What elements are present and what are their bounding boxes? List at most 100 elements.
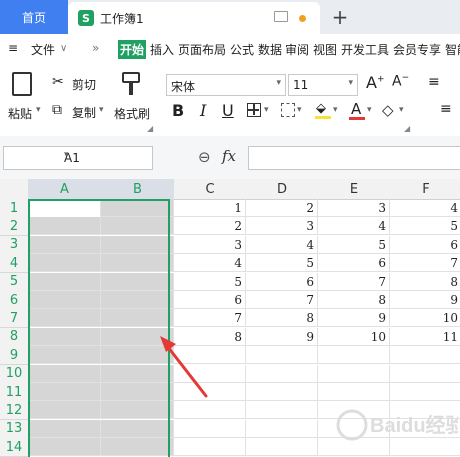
- cell-a13[interactable]: [28, 419, 101, 438]
- cell-c5[interactable]: 5: [174, 272, 246, 291]
- active-cell[interactable]: [30, 201, 100, 217]
- cell-f1[interactable]: 4: [390, 199, 460, 217]
- format-painter-button[interactable]: 格式刷: [114, 105, 150, 122]
- menu-start[interactable]: 开始: [118, 40, 147, 59]
- border-dropdown-icon[interactable]: ▾: [264, 105, 269, 115]
- tab-home[interactable]: 首页: [0, 0, 68, 34]
- copy-dropdown-icon[interactable]: ▾: [99, 105, 104, 115]
- cell-c14[interactable]: [174, 438, 246, 457]
- column-header-f[interactable]: F: [390, 179, 460, 200]
- cell-a5[interactable]: [28, 272, 101, 291]
- row-header[interactable]: 12: [0, 401, 29, 421]
- cell-a6[interactable]: [28, 291, 101, 309]
- cell-d5[interactable]: 6: [246, 272, 318, 291]
- cell-b14[interactable]: [101, 438, 174, 457]
- paste-icon[interactable]: [12, 72, 32, 96]
- row-header[interactable]: 4: [0, 254, 29, 274]
- cell-a9[interactable]: [28, 346, 101, 365]
- menu-view[interactable]: 视图: [313, 41, 337, 58]
- cell-d10[interactable]: [246, 364, 318, 383]
- column-header-b[interactable]: B: [101, 179, 175, 200]
- cell-e4[interactable]: 6: [318, 254, 390, 273]
- cell-a2[interactable]: [28, 217, 101, 236]
- cell-d6[interactable]: 7: [246, 291, 318, 309]
- cell-e3[interactable]: 5: [318, 235, 390, 254]
- cell-c2[interactable]: 2: [174, 217, 246, 236]
- font-color-icon[interactable]: A: [349, 100, 365, 120]
- formula-input[interactable]: [248, 146, 460, 170]
- column-header-e[interactable]: E: [318, 179, 391, 200]
- fill-color-icon[interactable]: ⬙: [315, 101, 331, 119]
- cell-e10[interactable]: [318, 364, 390, 383]
- underline-button[interactable]: U: [222, 101, 234, 120]
- cell-c6[interactable]: 6: [174, 291, 246, 309]
- cell-f4[interactable]: 7: [390, 254, 460, 273]
- cell-c13[interactable]: [174, 419, 246, 438]
- cell-d9[interactable]: [246, 346, 318, 365]
- cell-d8[interactable]: 9: [246, 327, 318, 346]
- zoom-search-icon[interactable]: ⊖: [198, 148, 211, 166]
- row-header[interactable]: 2: [0, 217, 29, 237]
- cell-b2[interactable]: [101, 217, 174, 236]
- cell-d11[interactable]: [246, 383, 318, 401]
- column-header-d[interactable]: D: [246, 179, 319, 200]
- monitor-icon[interactable]: [274, 11, 288, 22]
- menu-page-layout[interactable]: 页面布局: [178, 41, 226, 58]
- cell-f5[interactable]: 8: [390, 273, 460, 291]
- italic-button[interactable]: I: [200, 101, 206, 120]
- row-header[interactable]: 11: [0, 383, 29, 402]
- name-box[interactable]: A1 ▾: [3, 146, 153, 170]
- cell-f6[interactable]: 9: [390, 291, 460, 309]
- cell-e6[interactable]: 8: [318, 291, 390, 309]
- menu-smart[interactable]: 智能: [445, 41, 460, 58]
- cell-c1[interactable]: 1: [174, 199, 246, 217]
- cell-a8[interactable]: [28, 327, 101, 346]
- row-header[interactable]: 8: [0, 327, 29, 347]
- cut-button[interactable]: 剪切: [72, 76, 96, 93]
- cell-d2[interactable]: 3: [246, 217, 318, 236]
- add-tab-button[interactable]: +: [330, 5, 350, 29]
- cell-e2[interactable]: 4: [318, 217, 390, 236]
- cell-e8[interactable]: 10: [318, 327, 390, 346]
- align-icon[interactable]: ≡: [428, 74, 440, 90]
- row-header[interactable]: 9: [0, 346, 29, 366]
- cell-e1[interactable]: 3: [318, 199, 390, 217]
- row-header[interactable]: 13: [0, 419, 29, 439]
- cell-d3[interactable]: 4: [246, 235, 318, 254]
- column-header-c[interactable]: C: [174, 179, 247, 200]
- cell-e11[interactable]: [318, 383, 390, 401]
- menu-data[interactable]: 数据: [258, 41, 282, 58]
- cell-a7[interactable]: [28, 309, 101, 328]
- cell-b3[interactable]: [101, 235, 174, 254]
- hamburger-menu-icon[interactable]: ≡: [8, 41, 18, 55]
- menu-review[interactable]: 审阅: [285, 41, 309, 58]
- bold-button[interactable]: B: [172, 101, 184, 120]
- row-header[interactable]: 7: [0, 309, 29, 329]
- menu-insert[interactable]: 插入: [150, 41, 174, 58]
- row-header[interactable]: 3: [0, 235, 29, 255]
- row-header[interactable]: 6: [0, 291, 29, 310]
- border-icon[interactable]: [247, 103, 261, 117]
- cell-b5[interactable]: [101, 272, 174, 291]
- cell-d14[interactable]: [246, 438, 318, 457]
- decrease-font-size-icon[interactable]: A−: [392, 73, 409, 90]
- cell-f3[interactable]: 6: [390, 236, 460, 254]
- cell-a3[interactable]: [28, 235, 101, 254]
- cell-b6[interactable]: [101, 291, 174, 309]
- font-name-select[interactable]: 宋体 ▾: [166, 74, 286, 96]
- eraser-dropdown-icon[interactable]: ▾: [399, 105, 404, 115]
- font-group-launcher-icon[interactable]: ◢: [404, 124, 410, 133]
- row-header[interactable]: 10: [0, 364, 29, 384]
- chevron-right-icon[interactable]: »: [92, 41, 99, 55]
- copy-icon[interactable]: ⧉: [52, 102, 62, 118]
- increase-font-size-icon[interactable]: A+: [366, 73, 385, 92]
- copy-button[interactable]: 复制: [72, 104, 96, 121]
- clipboard-group-launcher-icon[interactable]: ◢: [147, 124, 153, 133]
- format-painter-icon[interactable]: [122, 72, 140, 96]
- paste-dropdown-icon[interactable]: ▾: [36, 105, 41, 115]
- eraser-icon[interactable]: ◇: [382, 101, 394, 119]
- cell-d12[interactable]: [246, 401, 318, 420]
- clear-border-icon[interactable]: [281, 103, 295, 117]
- cell-f7[interactable]: 10: [390, 309, 460, 328]
- row-header[interactable]: 14: [0, 438, 29, 457]
